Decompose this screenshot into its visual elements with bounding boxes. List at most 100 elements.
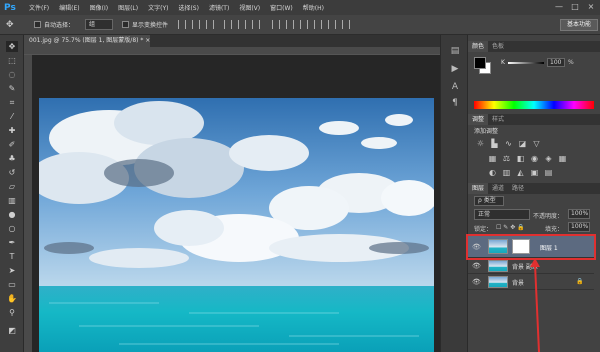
tab-swatches[interactable]: 色板 xyxy=(488,41,508,52)
opacity-input[interactable]: 100% xyxy=(568,209,590,219)
eyedropper-tool-icon[interactable]: ⁄ xyxy=(6,111,18,122)
quick-select-tool-icon[interactable]: ✎ xyxy=(6,83,18,94)
crop-tool-icon[interactable]: ⌗ xyxy=(6,97,18,108)
foreground-color-swatch[interactable] xyxy=(474,57,486,69)
channel-mixer-icon[interactable]: ◈ xyxy=(544,154,553,163)
align-left-icon[interactable] xyxy=(224,20,232,29)
gradient-tool-icon[interactable]: ▥ xyxy=(6,195,18,206)
hue-saturation-icon[interactable]: ▦ xyxy=(488,154,497,163)
menu-bar: Ps 文件(F) 编辑(E) 图像(I) 图层(L) 文字(Y) 选择(S) 滤… xyxy=(0,0,600,15)
brightness-contrast-icon[interactable]: ☼ xyxy=(476,139,485,148)
k-channel-slider[interactable] xyxy=(508,62,544,64)
menu-type[interactable]: 文字(Y) xyxy=(143,3,173,12)
color-balance-icon[interactable]: ⚖ xyxy=(502,154,511,163)
levels-icon[interactable]: ▙ xyxy=(490,139,499,148)
tab-paths[interactable]: 路径 xyxy=(508,183,528,194)
menu-window[interactable]: 窗口(W) xyxy=(265,3,298,12)
minimize-button[interactable]: — xyxy=(554,2,564,12)
pen-tool-icon[interactable]: ✒ xyxy=(6,237,18,248)
distribute-top-icon[interactable] xyxy=(272,20,280,29)
align-top-icon[interactable] xyxy=(178,20,186,29)
document-tab[interactable]: 001.jpg @ 75.7% (图层 1, 图层蒙版/8) * × xyxy=(24,35,150,47)
hand-tool-icon[interactable]: ✋ xyxy=(6,293,18,304)
menu-view[interactable]: 视图(V) xyxy=(234,3,265,12)
color-swatches-icon[interactable]: ◩ xyxy=(6,325,18,336)
k-channel-input[interactable]: 100 xyxy=(547,58,565,67)
menu-image[interactable]: 图像(I) xyxy=(85,3,113,12)
selective-color-icon[interactable]: ▣ xyxy=(530,168,539,177)
path-select-tool-icon[interactable]: ➤ xyxy=(6,265,18,276)
color-lookup-icon[interactable]: ▦ xyxy=(558,154,567,163)
marquee-tool-icon[interactable]: ⬚ xyxy=(6,55,18,66)
tab-channels[interactable]: 通道 xyxy=(488,183,508,194)
tab-adjustments[interactable]: 调整 xyxy=(468,114,489,125)
align-right-icon[interactable] xyxy=(252,20,260,29)
auto-select-dropdown[interactable]: 组 xyxy=(85,19,113,30)
lasso-tool-icon[interactable]: ◌ xyxy=(6,69,18,80)
document-image[interactable] xyxy=(39,98,434,352)
distribute-hcenter-icon[interactable] xyxy=(328,20,336,29)
type-tool-icon[interactable]: T xyxy=(6,251,18,262)
history-panel-icon[interactable]: ▤ xyxy=(449,45,461,57)
horizontal-ruler xyxy=(24,47,440,55)
maximize-button[interactable]: □ xyxy=(570,2,580,12)
show-transform-checkbox[interactable] xyxy=(122,21,129,28)
align-hcenter-icon[interactable] xyxy=(238,20,246,29)
tab-styles[interactable]: 样式 xyxy=(488,114,508,125)
distribute-vcenter-icon[interactable] xyxy=(286,20,294,29)
healing-brush-tool-icon[interactable]: ✚ xyxy=(6,125,18,136)
k-channel-unit: % xyxy=(568,59,574,66)
blur-tool-icon[interactable]: ● xyxy=(6,209,18,220)
black-white-icon[interactable]: ◧ xyxy=(516,154,525,163)
workspace-button[interactable]: 基本功能 xyxy=(560,19,598,31)
auto-select-checkbox[interactable] xyxy=(34,21,41,28)
layer-kind-filter[interactable]: ρ 类型 xyxy=(474,196,504,206)
curves-icon[interactable]: ∿ xyxy=(504,139,513,148)
lock-icons[interactable]: ☐ ✎ ✥ 🔒 xyxy=(496,224,525,231)
close-button[interactable]: × xyxy=(586,2,596,12)
exposure-icon[interactable]: ◪ xyxy=(518,139,527,148)
layer-thumbnail xyxy=(488,276,508,288)
tools-panel: ✥ ⬚ ◌ ✎ ⌗ ⁄ ✚ ✐ ♣ ↺ ▱ ▥ ● ○ ✒ T ➤ ▭ ✋ ⚲ … xyxy=(0,35,24,352)
dodge-tool-icon[interactable]: ○ xyxy=(6,223,18,234)
character-panel-icon[interactable]: A xyxy=(449,81,461,93)
eraser-tool-icon[interactable]: ▱ xyxy=(6,181,18,192)
menu-help[interactable]: 帮助(H) xyxy=(298,3,329,12)
color-spectrum-bar[interactable] xyxy=(474,101,594,109)
opacity-label: 不透明度： xyxy=(533,213,564,220)
actions-panel-icon[interactable]: ▶ xyxy=(449,63,461,75)
shape-tool-icon[interactable]: ▭ xyxy=(6,279,18,290)
distribute-left-icon[interactable] xyxy=(314,20,322,29)
align-bottom-icon[interactable] xyxy=(206,20,214,29)
visibility-eye-icon[interactable]: 👁 xyxy=(472,278,482,286)
blend-mode-dropdown[interactable]: 正常 xyxy=(474,209,530,220)
paragraph-panel-icon[interactable]: ¶ xyxy=(449,97,461,109)
menu-filter[interactable]: 滤镜(T) xyxy=(204,3,234,12)
fill-input[interactable]: 100% xyxy=(568,222,590,232)
gradient-map-icon[interactable]: ▤ xyxy=(544,168,553,177)
vibrance-icon[interactable]: ▽ xyxy=(532,139,541,148)
move-tool-preset-icon[interactable]: ✥ xyxy=(6,19,20,31)
align-vcenter-icon[interactable] xyxy=(192,20,200,29)
tab-color[interactable]: 颜色 xyxy=(468,41,489,52)
menu-layer[interactable]: 图层(L) xyxy=(113,3,143,12)
zoom-tool-icon[interactable]: ⚲ xyxy=(6,307,18,318)
menu-file[interactable]: 文件(F) xyxy=(24,3,54,12)
invert-icon[interactable]: ◐ xyxy=(488,168,497,177)
fill-label: 填充： xyxy=(545,226,564,233)
distribute-bottom-icon[interactable] xyxy=(300,20,308,29)
brush-tool-icon[interactable]: ✐ xyxy=(6,139,18,150)
move-tool-icon[interactable]: ✥ xyxy=(6,41,18,52)
threshold-icon[interactable]: ◭ xyxy=(516,168,525,177)
visibility-eye-icon[interactable]: 👁 xyxy=(472,262,482,270)
photo-filter-icon[interactable]: ◉ xyxy=(530,154,539,163)
tab-layers[interactable]: 图层 xyxy=(468,183,489,194)
distribute-right-icon[interactable] xyxy=(342,20,350,29)
menu-edit[interactable]: 编辑(E) xyxy=(54,3,84,12)
color-panel-tabs: 颜色 色板 xyxy=(468,41,600,52)
adjust-panel-tabs: 调整 样式 xyxy=(468,114,600,125)
posterize-icon[interactable]: ▥ xyxy=(502,168,511,177)
menu-select[interactable]: 选择(S) xyxy=(173,3,204,12)
clone-stamp-tool-icon[interactable]: ♣ xyxy=(6,153,18,164)
history-brush-tool-icon[interactable]: ↺ xyxy=(6,167,18,178)
